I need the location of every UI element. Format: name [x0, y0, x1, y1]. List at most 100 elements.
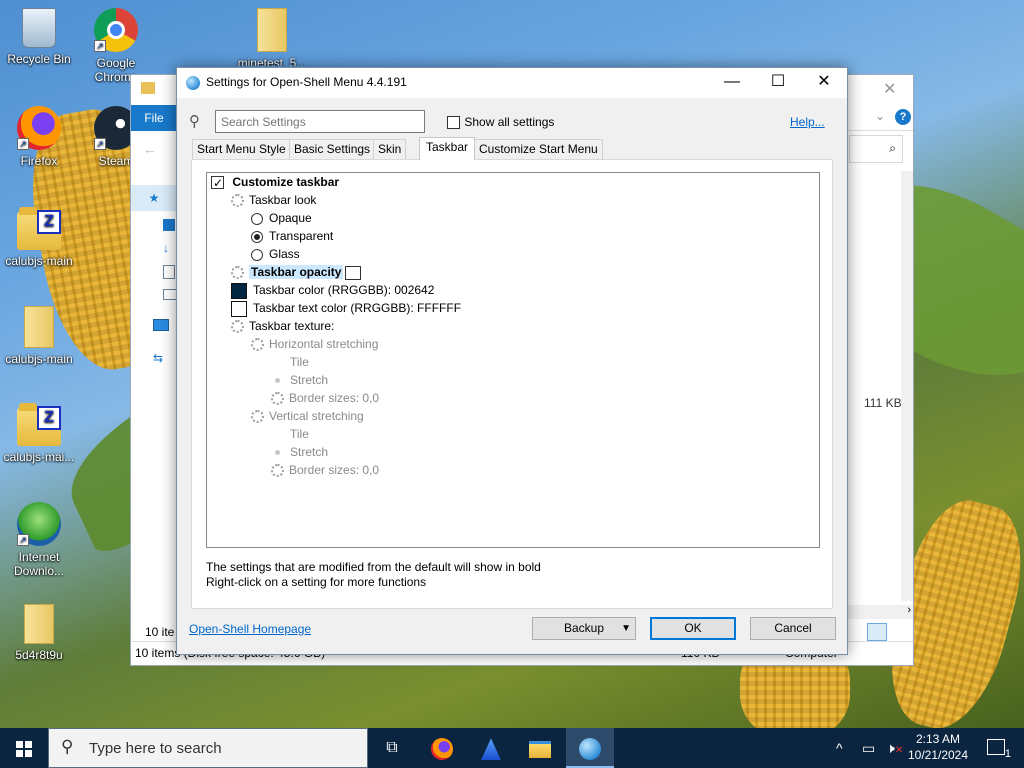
tab-basic-settings[interactable]: Basic Settings — [289, 139, 376, 159]
zip-badge-icon: Z — [37, 406, 61, 430]
chevron-down-icon[interactable]: ⌄ — [875, 109, 885, 123]
taskbar-text-color-option[interactable]: Taskbar text color (RRGGBB): FFFFFF — [231, 299, 461, 317]
v-tile-option[interactable]: Tile — [271, 425, 309, 443]
desktop-icon-label: calubjs-main — [5, 352, 73, 366]
desktop-icon-firefox[interactable]: ↗ Firefox — [1, 106, 77, 168]
taskbar-search-placeholder: Type here to search — [89, 740, 222, 757]
explorer-search-box[interactable]: ⌕ — [849, 135, 903, 163]
desktop-icon-calubjs-zip-2[interactable]: Z calubjs-mai... — [1, 402, 77, 464]
opaque-radio[interactable] — [251, 212, 263, 225]
taskbar-color-option[interactable]: Taskbar color (RRGGBB): 002642 — [231, 281, 434, 299]
taskbar-search-box[interactable]: ⚲ Type here to search — [48, 728, 368, 768]
dropdown-arrow-icon: ▼ — [621, 623, 631, 634]
network-icon[interactable]: ▭ — [862, 728, 875, 768]
pictures-nav-icon[interactable] — [163, 289, 177, 300]
start-button[interactable] — [0, 728, 48, 768]
chevron-up-icon[interactable]: ^ — [836, 728, 843, 768]
horizontal-scrollbar[interactable]: › — [847, 604, 913, 619]
file-tab[interactable]: File — [131, 105, 177, 131]
open-shell-taskbar-icon[interactable] — [566, 728, 614, 768]
desktop-icon-chrome[interactable]: ↗ Google Chrome — [78, 8, 154, 84]
network-nav-icon[interactable]: ⇆ — [153, 351, 163, 365]
search-icon: ⚲ — [61, 737, 74, 756]
customize-taskbar-option[interactable]: Customize taskbar — [211, 173, 339, 192]
taskbar-texture-option[interactable]: Taskbar texture: — [231, 317, 334, 335]
search-settings-input[interactable] — [215, 110, 425, 133]
this-pc-nav-icon[interactable] — [153, 319, 169, 331]
opaque-option[interactable]: Opaque — [251, 209, 312, 227]
h-border-sizes-option[interactable]: Border sizes: 0,0 — [271, 389, 379, 407]
glass-option[interactable]: Glass — [251, 245, 300, 263]
taskbar-color-label: Taskbar color (RRGGBB): 002642 — [253, 283, 435, 297]
setting-gear-icon — [231, 320, 244, 334]
h-tile-label: Tile — [290, 355, 309, 369]
vertical-scrollbar[interactable] — [901, 171, 913, 601]
glass-radio[interactable] — [251, 248, 263, 261]
details-view-icon[interactable] — [867, 623, 887, 641]
shortcut-arrow-icon: ↗ — [94, 138, 106, 150]
desktop-icon-recycle-bin[interactable]: Recycle Bin — [1, 8, 77, 66]
folder-icon — [24, 604, 54, 644]
open-shell-homepage-link[interactable]: Open-Shell Homepage — [189, 622, 311, 636]
shortcut-arrow-icon: ↗ — [17, 534, 29, 546]
cancel-button[interactable]: Cancel — [750, 617, 836, 640]
desktop-icon-calubjs-zip[interactable]: Z calubjs-main — [1, 206, 77, 268]
scroll-right-icon[interactable]: › — [907, 604, 911, 616]
taskbar-look-label: Taskbar look — [249, 193, 317, 207]
clock[interactable]: 2:13 AM 10/21/2024 — [906, 728, 970, 768]
backup-button[interactable]: Backup ▼ — [532, 617, 636, 640]
documents-nav-icon[interactable] — [163, 265, 175, 279]
desktop-nav-icon[interactable] — [163, 219, 175, 231]
maximize-button[interactable]: ☐ — [755, 68, 801, 98]
tab-start-menu-style[interactable]: Start Menu Style — [192, 139, 291, 159]
taskbar-opacity-option[interactable]: Taskbar opacity — [231, 263, 362, 281]
task-view-button[interactable]: ⧉ — [368, 728, 416, 768]
volume-muted-icon[interactable]: 🕨✕ — [886, 728, 903, 768]
horizontal-stretching-option[interactable]: Horizontal stretching — [251, 335, 378, 353]
h-stretch-option[interactable]: Stretch — [271, 371, 328, 389]
tab-customize-start-menu[interactable]: Customize Start Menu — [474, 139, 603, 159]
transparent-radio[interactable] — [251, 230, 263, 243]
radio-dot-icon — [275, 378, 280, 384]
taskbar-color-swatch[interactable] — [231, 282, 247, 299]
show-all-settings-checkbox[interactable]: Show all settings — [447, 115, 554, 130]
v-border-sizes-option[interactable]: Border sizes: 0,0 — [271, 461, 379, 479]
navigation-pane: ★ ↓ ⇆ — [131, 185, 177, 625]
checkbox-box[interactable] — [447, 116, 460, 130]
transparent-label: Transparent — [269, 229, 334, 243]
desktop-icon-idm[interactable]: ↗ Internet Downlo... — [1, 502, 77, 578]
notifications-button[interactable]: 1 — [976, 728, 1016, 768]
firefox-taskbar-icon[interactable] — [418, 728, 466, 768]
desktop-icon-label: Recycle Bin — [7, 52, 71, 66]
quick-access-icon[interactable]: ★ — [131, 185, 177, 211]
app-taskbar-icon[interactable] — [467, 728, 515, 768]
taskbar: ⚲ Type here to search ⧉ ^ ▭ 🕨✕ 2:13 AM 1… — [0, 728, 1024, 768]
close-icon[interactable]: ✕ — [883, 79, 896, 99]
opacity-edit-field[interactable] — [345, 265, 362, 280]
ok-button[interactable]: OK — [650, 617, 736, 640]
back-arrow-icon[interactable]: ← — [143, 141, 157, 157]
setting-gear-icon — [231, 194, 244, 208]
desktop-icon-5d4r8t9u[interactable]: 5d4r8t9u — [1, 604, 77, 662]
customize-taskbar-checkbox[interactable] — [211, 174, 224, 192]
file-explorer-taskbar-icon[interactable] — [516, 728, 564, 768]
taskbar-look-option[interactable]: Taskbar look — [231, 191, 316, 209]
taskbar-text-color-label: Taskbar text color (RRGGBB): FFFFFF — [253, 301, 462, 315]
desktop-icon-calubjs-folder[interactable]: calubjs-main — [1, 306, 77, 366]
help-link[interactable]: Help... — [790, 115, 825, 129]
vertical-stretching-option[interactable]: Vertical stretching — [251, 407, 364, 425]
downloads-nav-icon[interactable]: ↓ — [163, 241, 169, 255]
taskbar-text-color-swatch[interactable] — [231, 300, 247, 317]
tab-skin[interactable]: Skin — [373, 139, 407, 159]
v-stretch-option[interactable]: Stretch — [271, 443, 328, 461]
desktop-icon-minetest[interactable]: minetest_5... — [234, 8, 310, 66]
h-tile-option[interactable]: Tile — [271, 353, 309, 371]
help-icon[interactable]: ? — [895, 109, 911, 125]
tab-taskbar[interactable]: Taskbar — [419, 137, 476, 160]
backup-label: Backup — [563, 621, 605, 635]
close-button[interactable]: ✕ — [801, 68, 847, 98]
transparent-option[interactable]: Transparent — [251, 227, 333, 245]
tiles-view-icon[interactable] — [891, 623, 909, 641]
notification-count: 1 — [1004, 748, 1011, 760]
minimize-button[interactable]: — — [709, 68, 755, 98]
